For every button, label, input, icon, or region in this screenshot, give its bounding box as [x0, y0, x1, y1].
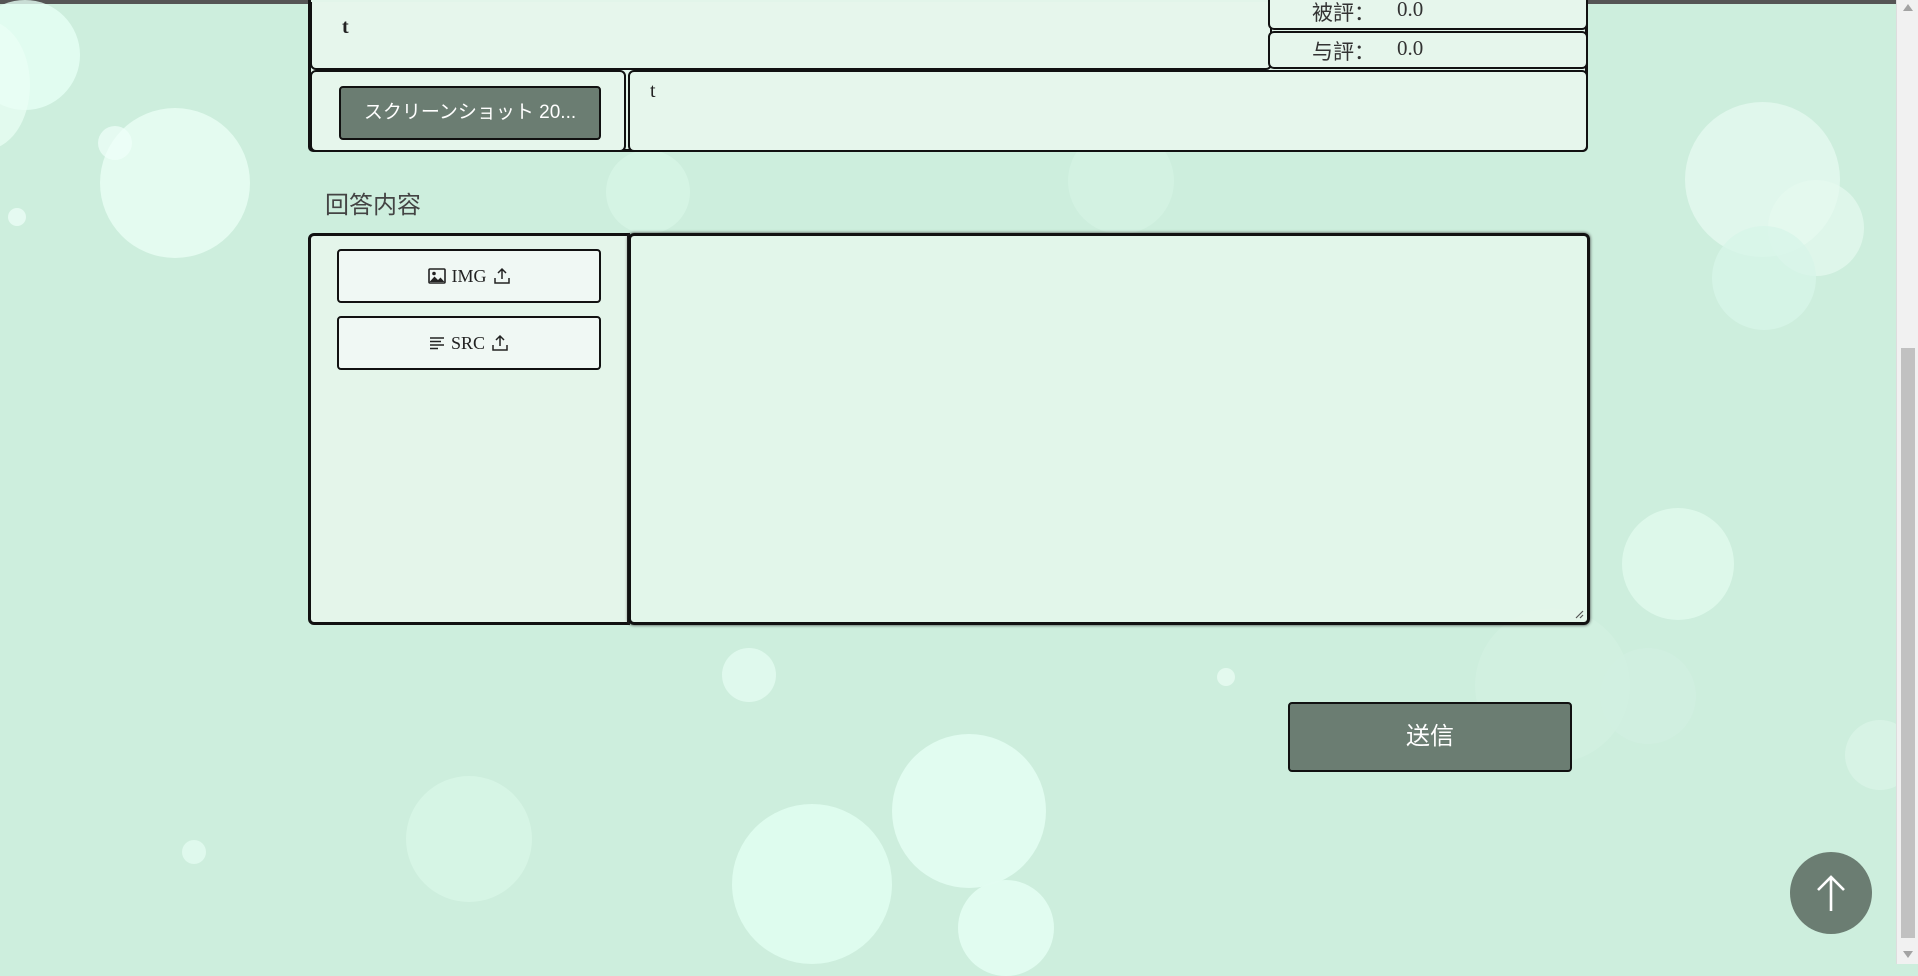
- scroll-down-arrow-icon[interactable]: [1903, 951, 1913, 958]
- resize-handle-icon[interactable]: [1572, 607, 1584, 619]
- vertical-scrollbar[interactable]: [1896, 0, 1918, 964]
- bubble: [98, 126, 132, 160]
- bubble: [958, 880, 1054, 976]
- bubble: [1622, 508, 1734, 620]
- bubble: [1600, 648, 1696, 744]
- bubble: [1217, 668, 1235, 686]
- question-title: t: [342, 16, 349, 38]
- bubble: [722, 648, 776, 702]
- given-rating-box: 与評： 0.0: [1268, 31, 1588, 69]
- received-rating-label: 被評：: [1312, 2, 1375, 25]
- upload-icon: [492, 334, 508, 351]
- bubble: [1712, 226, 1816, 330]
- bubble: [0, 20, 30, 150]
- answer-upload-panel: IMG SRC: [308, 233, 630, 625]
- scroll-to-top-button[interactable]: [1790, 852, 1872, 934]
- attachment-cell: スクリーンショット 20...: [310, 70, 626, 152]
- bubble: [100, 108, 250, 258]
- bubble: [892, 734, 1046, 888]
- img-upload-label: IMG: [451, 265, 487, 286]
- bubble: [1685, 102, 1840, 257]
- bubble: [732, 804, 892, 964]
- given-rating-label: 与評：: [1312, 41, 1375, 64]
- scrollbar-thumb[interactable]: [1901, 348, 1915, 938]
- bubble: [8, 208, 26, 226]
- answer-textarea[interactable]: [628, 233, 1590, 625]
- bubble: [182, 840, 206, 864]
- img-upload-button[interactable]: IMG: [337, 249, 601, 303]
- received-rating-value: 0.0: [1397, 0, 1424, 21]
- scroll-up-arrow-icon[interactable]: [1903, 4, 1913, 11]
- attachment-button[interactable]: スクリーンショット 20...: [339, 86, 601, 140]
- given-rating-value: 0.0: [1397, 36, 1424, 60]
- arrow-up-icon: [1817, 875, 1845, 911]
- question-title-box: t: [310, 2, 1272, 70]
- question-body: t: [650, 80, 656, 102]
- bubble: [1768, 180, 1864, 276]
- text-lines-icon: [429, 337, 444, 350]
- bubble: [406, 776, 532, 902]
- bubble: [0, 0, 80, 110]
- image-icon: [427, 268, 446, 284]
- question-body-cell: t: [628, 70, 1588, 152]
- src-upload-button[interactable]: SRC: [337, 316, 601, 370]
- submit-button[interactable]: 送信: [1288, 702, 1572, 772]
- answer-section-label: 回答内容: [325, 192, 421, 219]
- received-rating-box: 被評： 0.0: [1268, 0, 1588, 30]
- bubble: [606, 150, 690, 234]
- upload-icon: [493, 267, 510, 284]
- src-upload-label: SRC: [450, 332, 486, 353]
